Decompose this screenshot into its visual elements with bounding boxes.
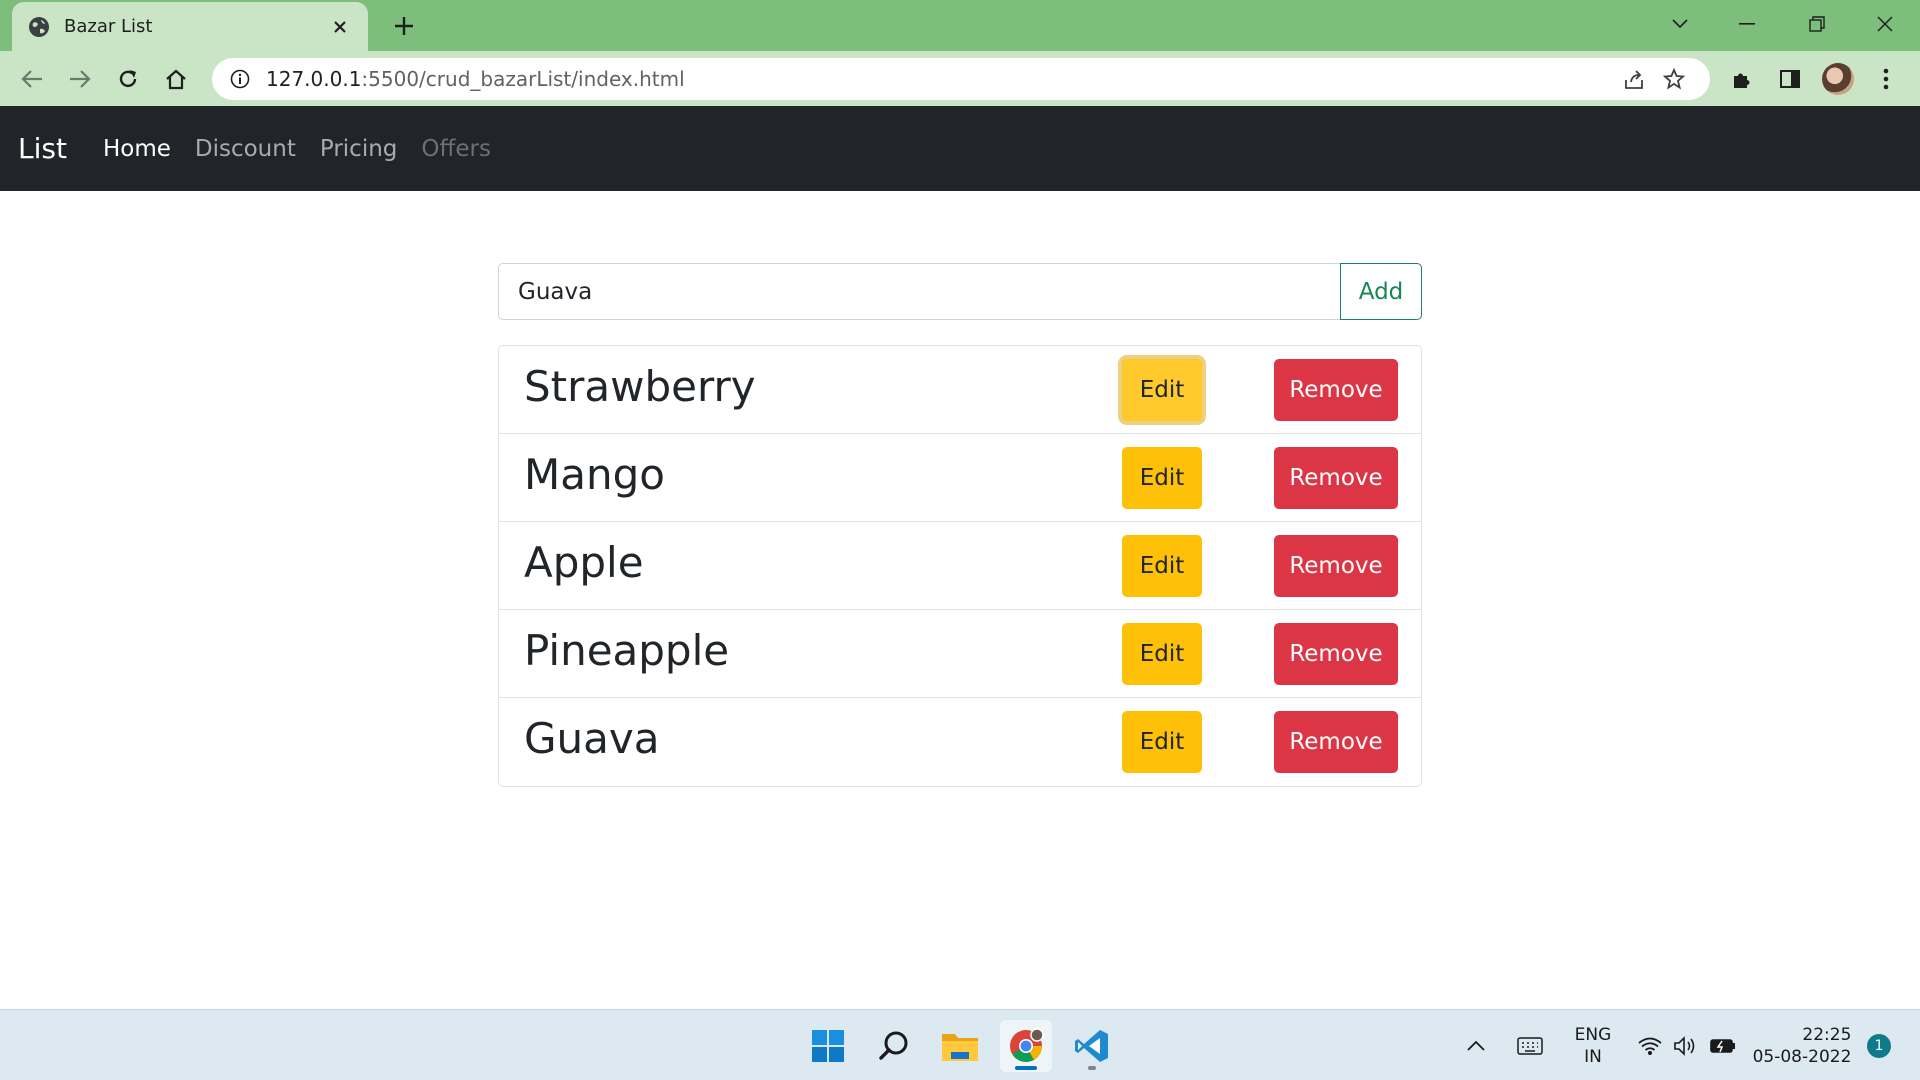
forward-arrow-icon[interactable] (62, 61, 98, 97)
item-input[interactable] (498, 263, 1340, 320)
volume-icon[interactable] (1672, 1010, 1700, 1080)
url-text: 127.0.0.1:5500/crud_bazarList/index.html (266, 67, 685, 91)
browser-toolbar: 127.0.0.1:5500/crud_bazarList/index.html (0, 51, 1920, 106)
item-name: Mango (524, 450, 665, 499)
back-arrow-icon[interactable] (14, 61, 50, 97)
edit-button[interactable]: Edit (1122, 447, 1202, 509)
home-icon[interactable] (158, 61, 194, 97)
profile-avatar[interactable] (1820, 61, 1856, 97)
address-bar[interactable]: 127.0.0.1:5500/crud_bazarList/index.html (212, 58, 1710, 100)
plus-icon[interactable] (390, 12, 418, 40)
edit-button[interactable]: Edit (1122, 535, 1202, 597)
edit-button[interactable]: Edit (1122, 711, 1202, 773)
edit-button[interactable]: Edit (1122, 623, 1202, 685)
list-item: Apple Edit Remove (499, 522, 1421, 610)
clock[interactable]: 22:25 05-08-2022 (1752, 1010, 1852, 1080)
language-indicator[interactable]: ENG IN (1570, 1010, 1616, 1080)
close-icon[interactable] (328, 15, 352, 39)
site-navbar: List Home Discount Pricing Offers (0, 106, 1920, 191)
list-item: Strawberry Edit Remove (499, 346, 1421, 434)
keyboard-icon[interactable] (1514, 1010, 1546, 1080)
list-item: Pineapple Edit Remove (499, 610, 1421, 698)
nav-link-discount[interactable]: Discount (195, 136, 296, 162)
time-text: 22:25 (1802, 1024, 1852, 1045)
side-panel-icon[interactable] (1772, 61, 1808, 97)
file-explorer-icon[interactable] (934, 1020, 986, 1072)
running-indicator (1088, 1066, 1096, 1070)
more-vertical-icon[interactable] (1868, 61, 1904, 97)
battery-charging-icon[interactable] (1708, 1010, 1738, 1080)
remove-button[interactable]: Remove (1274, 623, 1398, 685)
remove-button[interactable]: Remove (1274, 535, 1398, 597)
window-close-icon[interactable] (1865, 8, 1905, 40)
chrome-icon[interactable] (1000, 1020, 1052, 1072)
avatar (1822, 63, 1854, 95)
wifi-icon[interactable] (1636, 1010, 1664, 1080)
extensions-puzzle-icon[interactable] (1724, 61, 1760, 97)
chevron-down-icon[interactable] (1660, 8, 1700, 40)
info-icon[interactable] (228, 67, 252, 91)
item-list: Strawberry Edit Remove Mango Edit Remove… (498, 345, 1422, 787)
nav-link-offers: Offers (421, 135, 491, 162)
remove-button[interactable]: Remove (1274, 447, 1398, 509)
reload-icon[interactable] (110, 61, 146, 97)
item-name: Apple (524, 538, 644, 587)
windows-taskbar: ENG IN 22:25 05-08-2022 1 (0, 1009, 1920, 1080)
add-item-form: Add (498, 263, 1422, 320)
windows-start-icon[interactable] (802, 1020, 854, 1072)
restore-icon[interactable] (1797, 8, 1837, 40)
add-button[interactable]: Add (1340, 263, 1422, 320)
nav-link-pricing[interactable]: Pricing (320, 136, 398, 162)
chevron-up-icon[interactable] (1462, 1010, 1490, 1080)
browser-tab[interactable]: Bazar List (12, 2, 368, 51)
remove-button[interactable]: Remove (1274, 711, 1398, 773)
tab-title: Bazar List (64, 16, 153, 37)
minimize-icon[interactable] (1727, 8, 1767, 40)
globe-icon (28, 16, 50, 38)
region-text: IN (1584, 1046, 1602, 1067)
notification-badge: 1 (1867, 1033, 1891, 1058)
remove-button[interactable]: Remove (1274, 359, 1398, 421)
vscode-icon[interactable] (1066, 1020, 1118, 1072)
language-text: ENG (1574, 1024, 1612, 1045)
list-item: Mango Edit Remove (499, 434, 1421, 522)
notification-center[interactable]: 1 (1864, 1010, 1894, 1080)
share-icon[interactable] (1616, 61, 1652, 97)
navbar-brand[interactable]: List (18, 132, 67, 165)
search-icon[interactable] (868, 1020, 920, 1072)
item-name: Pineapple (524, 626, 730, 675)
nav-link-home[interactable]: Home (103, 136, 171, 162)
date-text: 05-08-2022 (1752, 1046, 1852, 1067)
item-name: Guava (524, 714, 660, 763)
item-name: Strawberry (524, 362, 756, 411)
star-icon[interactable] (1656, 61, 1692, 97)
edit-button[interactable]: Edit (1122, 359, 1202, 421)
active-indicator (1015, 1066, 1037, 1070)
browser-tab-strip: Bazar List (0, 0, 1920, 51)
list-item: Guava Edit Remove (499, 698, 1421, 786)
